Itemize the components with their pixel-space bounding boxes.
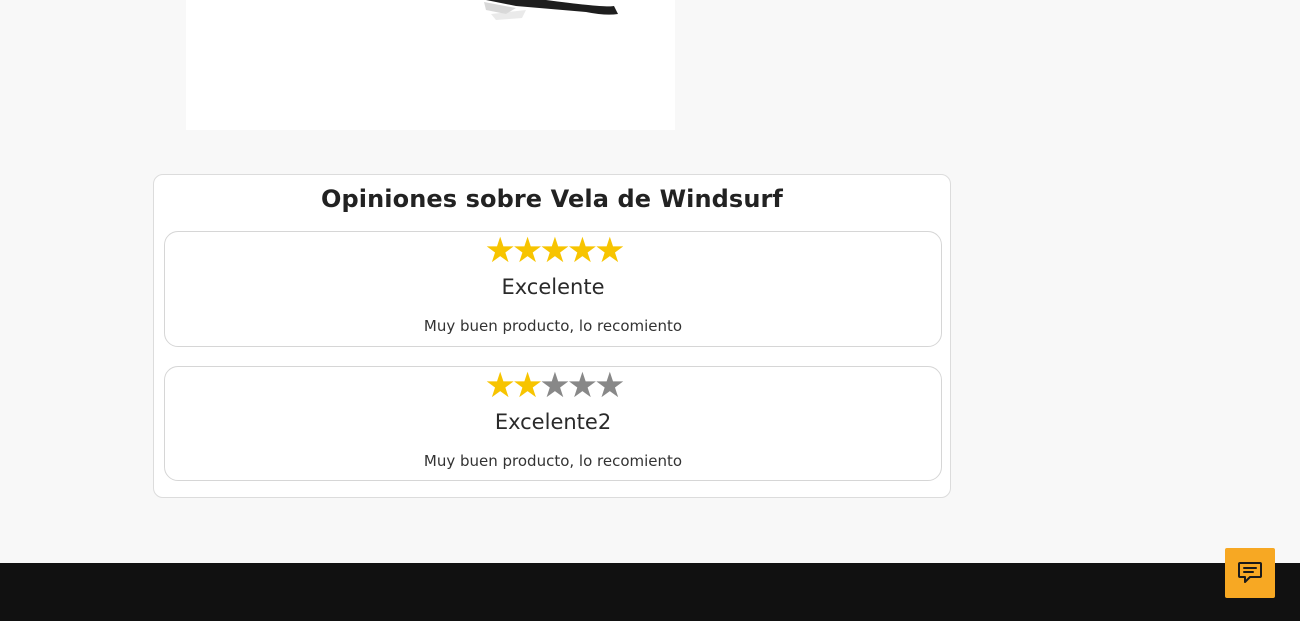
review-title: Excelente2 <box>494 410 612 434</box>
star-icon: ★ <box>511 366 543 406</box>
star-icon: ★ <box>566 366 598 406</box>
star-rating: ★★★★★ <box>165 232 941 270</box>
footer <box>0 563 1300 621</box>
review-card: ★★★★★ Excelente Muy buen producto, lo re… <box>164 231 942 347</box>
star-icon: ★ <box>594 231 625 271</box>
star-icon: ★ <box>594 366 625 406</box>
reviews-title: Opiniones sobre Vela de Windsurf <box>321 185 783 213</box>
review-text: Muy buen producto, lo recomiento <box>423 452 683 470</box>
review-title: Excelente <box>501 275 605 299</box>
chat-bubble-icon <box>1238 562 1262 583</box>
star-rating: ★★★★★ <box>165 367 941 405</box>
product-image <box>186 0 675 130</box>
star-icon: ★ <box>539 231 570 271</box>
star-icon: ★ <box>484 366 516 406</box>
reviews-card: Opiniones sobre Vela de Windsurf ★★★★★ E… <box>153 174 951 498</box>
product-page: Opiniones sobre Vela de Windsurf ★★★★★ E… <box>0 0 1300 621</box>
star-icon: ★ <box>566 231 598 271</box>
star-icon: ★ <box>484 231 516 271</box>
star-icon: ★ <box>539 366 570 406</box>
review-card: ★★★★★ Excelente2 Muy buen producto, lo r… <box>164 366 942 481</box>
star-icon: ★ <box>511 231 543 271</box>
chat-button[interactable] <box>1225 548 1275 598</box>
review-text: Muy buen producto, lo recomiento <box>423 317 683 335</box>
windsurf-sail-image <box>484 0 618 20</box>
